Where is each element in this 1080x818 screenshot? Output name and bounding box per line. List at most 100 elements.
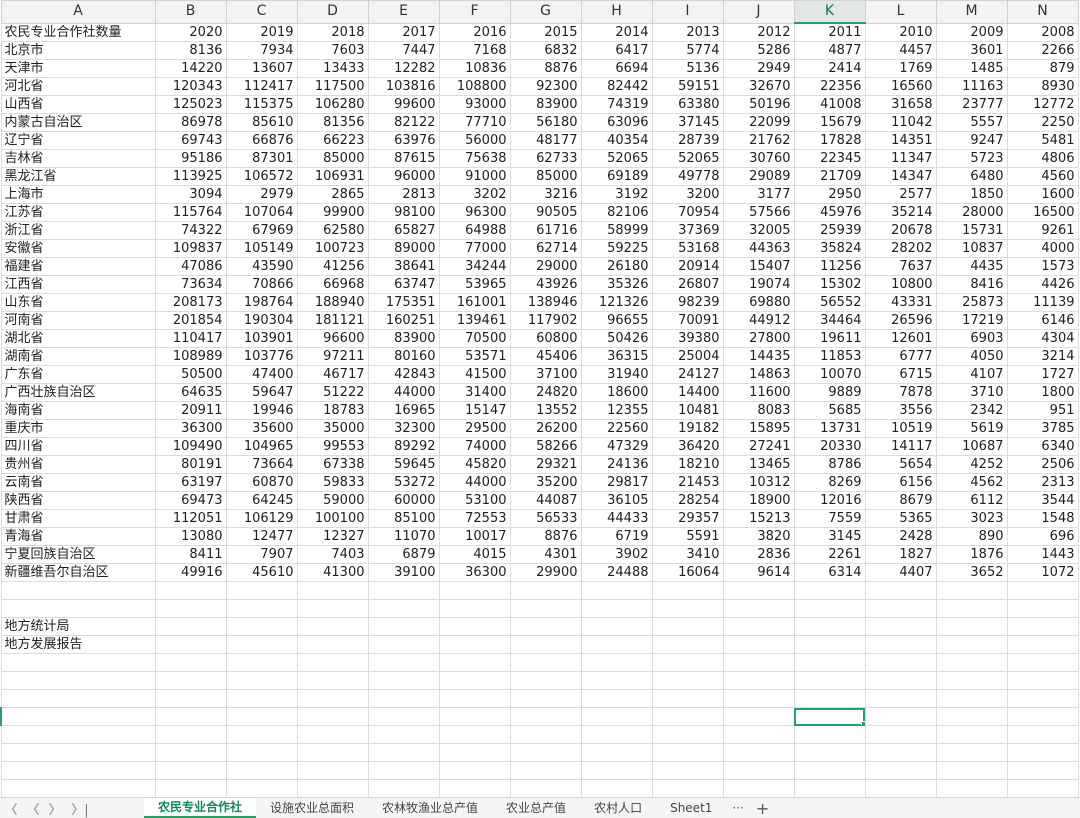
cell[interactable]: 3556 — [864, 401, 937, 420]
cell[interactable]: 21453 — [651, 473, 724, 492]
cell[interactable]: 27241 — [722, 437, 795, 456]
cell[interactable]: 64635 — [154, 383, 227, 402]
cell[interactable]: 福建省 — [0, 257, 156, 276]
cell[interactable] — [225, 617, 298, 636]
cell[interactable]: 4304 — [1006, 329, 1079, 348]
cell[interactable]: 5619 — [935, 419, 1008, 438]
cell[interactable]: 112051 — [154, 509, 227, 528]
cell[interactable] — [154, 725, 227, 744]
cell[interactable]: 19611 — [793, 329, 866, 348]
cell[interactable] — [1006, 689, 1079, 708]
cell[interactable]: 8083 — [722, 401, 795, 420]
cell[interactable]: 3601 — [935, 41, 1008, 60]
cell[interactable] — [651, 653, 724, 672]
cell[interactable]: 26200 — [509, 419, 582, 438]
cell[interactable]: 1769 — [864, 59, 937, 78]
cell[interactable]: 5365 — [864, 509, 937, 528]
cell[interactable]: 16500 — [1006, 203, 1079, 222]
cell[interactable]: 吉林省 — [0, 149, 156, 168]
cell[interactable]: 47400 — [225, 365, 298, 384]
cell[interactable]: 188940 — [296, 293, 369, 312]
cell[interactable] — [438, 599, 511, 618]
cell[interactable]: 7878 — [864, 383, 937, 402]
cell[interactable]: 2010 — [864, 22, 937, 42]
cell[interactable]: 14347 — [864, 167, 937, 186]
cell[interactable] — [438, 581, 511, 600]
cell[interactable] — [296, 581, 369, 600]
cell[interactable]: 6417 — [580, 41, 653, 60]
cell[interactable]: 53272 — [367, 473, 440, 492]
cell[interactable]: 103816 — [367, 77, 440, 96]
cell[interactable] — [793, 653, 866, 672]
cell[interactable]: 67338 — [296, 455, 369, 474]
cell[interactable]: 2015 — [509, 22, 582, 42]
cell[interactable]: 4107 — [935, 365, 1008, 384]
more-sheets-icon[interactable]: ··· — [726, 801, 749, 815]
cell[interactable]: 湖北省 — [0, 329, 156, 348]
cell[interactable] — [225, 671, 298, 690]
cell[interactable]: 6314 — [793, 563, 866, 582]
cell[interactable]: 12477 — [225, 527, 298, 546]
cell[interactable] — [154, 635, 227, 654]
cell[interactable]: 35824 — [793, 239, 866, 258]
sheet-tab[interactable]: 农业总产值 — [492, 798, 580, 818]
cell[interactable] — [722, 707, 795, 726]
cell[interactable] — [651, 599, 724, 618]
cell[interactable]: 江苏省 — [0, 203, 156, 222]
cell[interactable]: 13607 — [225, 59, 298, 78]
cell[interactable]: 75638 — [438, 149, 511, 168]
cell[interactable] — [509, 671, 582, 690]
cell[interactable]: 41500 — [438, 365, 511, 384]
cell[interactable] — [0, 743, 156, 762]
cell[interactable]: 3145 — [793, 527, 866, 546]
cell[interactable]: 4562 — [935, 473, 1008, 492]
cell[interactable]: 15302 — [793, 275, 866, 294]
cell[interactable] — [367, 689, 440, 708]
cell[interactable]: 26807 — [651, 275, 724, 294]
cell[interactable]: 7637 — [864, 257, 937, 276]
cell[interactable]: 2019 — [225, 22, 298, 42]
cell[interactable]: 106931 — [296, 167, 369, 186]
cell[interactable] — [438, 671, 511, 690]
cell[interactable]: 39380 — [651, 329, 724, 348]
cell[interactable]: 74319 — [580, 95, 653, 114]
cell[interactable]: 35000 — [296, 419, 369, 438]
cell[interactable] — [935, 689, 1008, 708]
cell[interactable] — [651, 635, 724, 654]
cell[interactable] — [296, 635, 369, 654]
cell[interactable]: 26180 — [580, 257, 653, 276]
cell[interactable]: 6715 — [864, 365, 937, 384]
cell[interactable] — [793, 779, 866, 797]
cell[interactable]: 44363 — [722, 239, 795, 258]
cell[interactable]: 44000 — [438, 473, 511, 492]
cell[interactable]: 7168 — [438, 41, 511, 60]
cell[interactable]: 107064 — [225, 203, 298, 222]
cell[interactable]: 63747 — [367, 275, 440, 294]
cell[interactable]: 50500 — [154, 365, 227, 384]
cell[interactable]: 62580 — [296, 221, 369, 240]
cell[interactable] — [225, 743, 298, 762]
cell[interactable]: 36300 — [154, 419, 227, 438]
cell[interactable] — [580, 635, 653, 654]
cell[interactable]: 7447 — [367, 41, 440, 60]
cell[interactable] — [438, 725, 511, 744]
cell[interactable]: 3902 — [580, 545, 653, 564]
cell[interactable]: 10070 — [793, 365, 866, 384]
cell[interactable]: 59647 — [225, 383, 298, 402]
cell[interactable]: 32670 — [722, 77, 795, 96]
cell[interactable]: 11070 — [367, 527, 440, 546]
cell[interactable]: 14863 — [722, 365, 795, 384]
cell[interactable]: 161001 — [438, 293, 511, 312]
cell[interactable] — [225, 761, 298, 780]
cell[interactable]: 7934 — [225, 41, 298, 60]
cell[interactable]: 73664 — [225, 455, 298, 474]
cell[interactable] — [367, 743, 440, 762]
cell[interactable] — [225, 779, 298, 797]
cell[interactable]: 13465 — [722, 455, 795, 474]
cell[interactable]: 89000 — [367, 239, 440, 258]
cell[interactable] — [935, 671, 1008, 690]
cell[interactable]: 53100 — [438, 491, 511, 510]
cell[interactable]: 190304 — [225, 311, 298, 330]
cell[interactable]: 29817 — [580, 473, 653, 492]
cell[interactable]: 1727 — [1006, 365, 1079, 384]
